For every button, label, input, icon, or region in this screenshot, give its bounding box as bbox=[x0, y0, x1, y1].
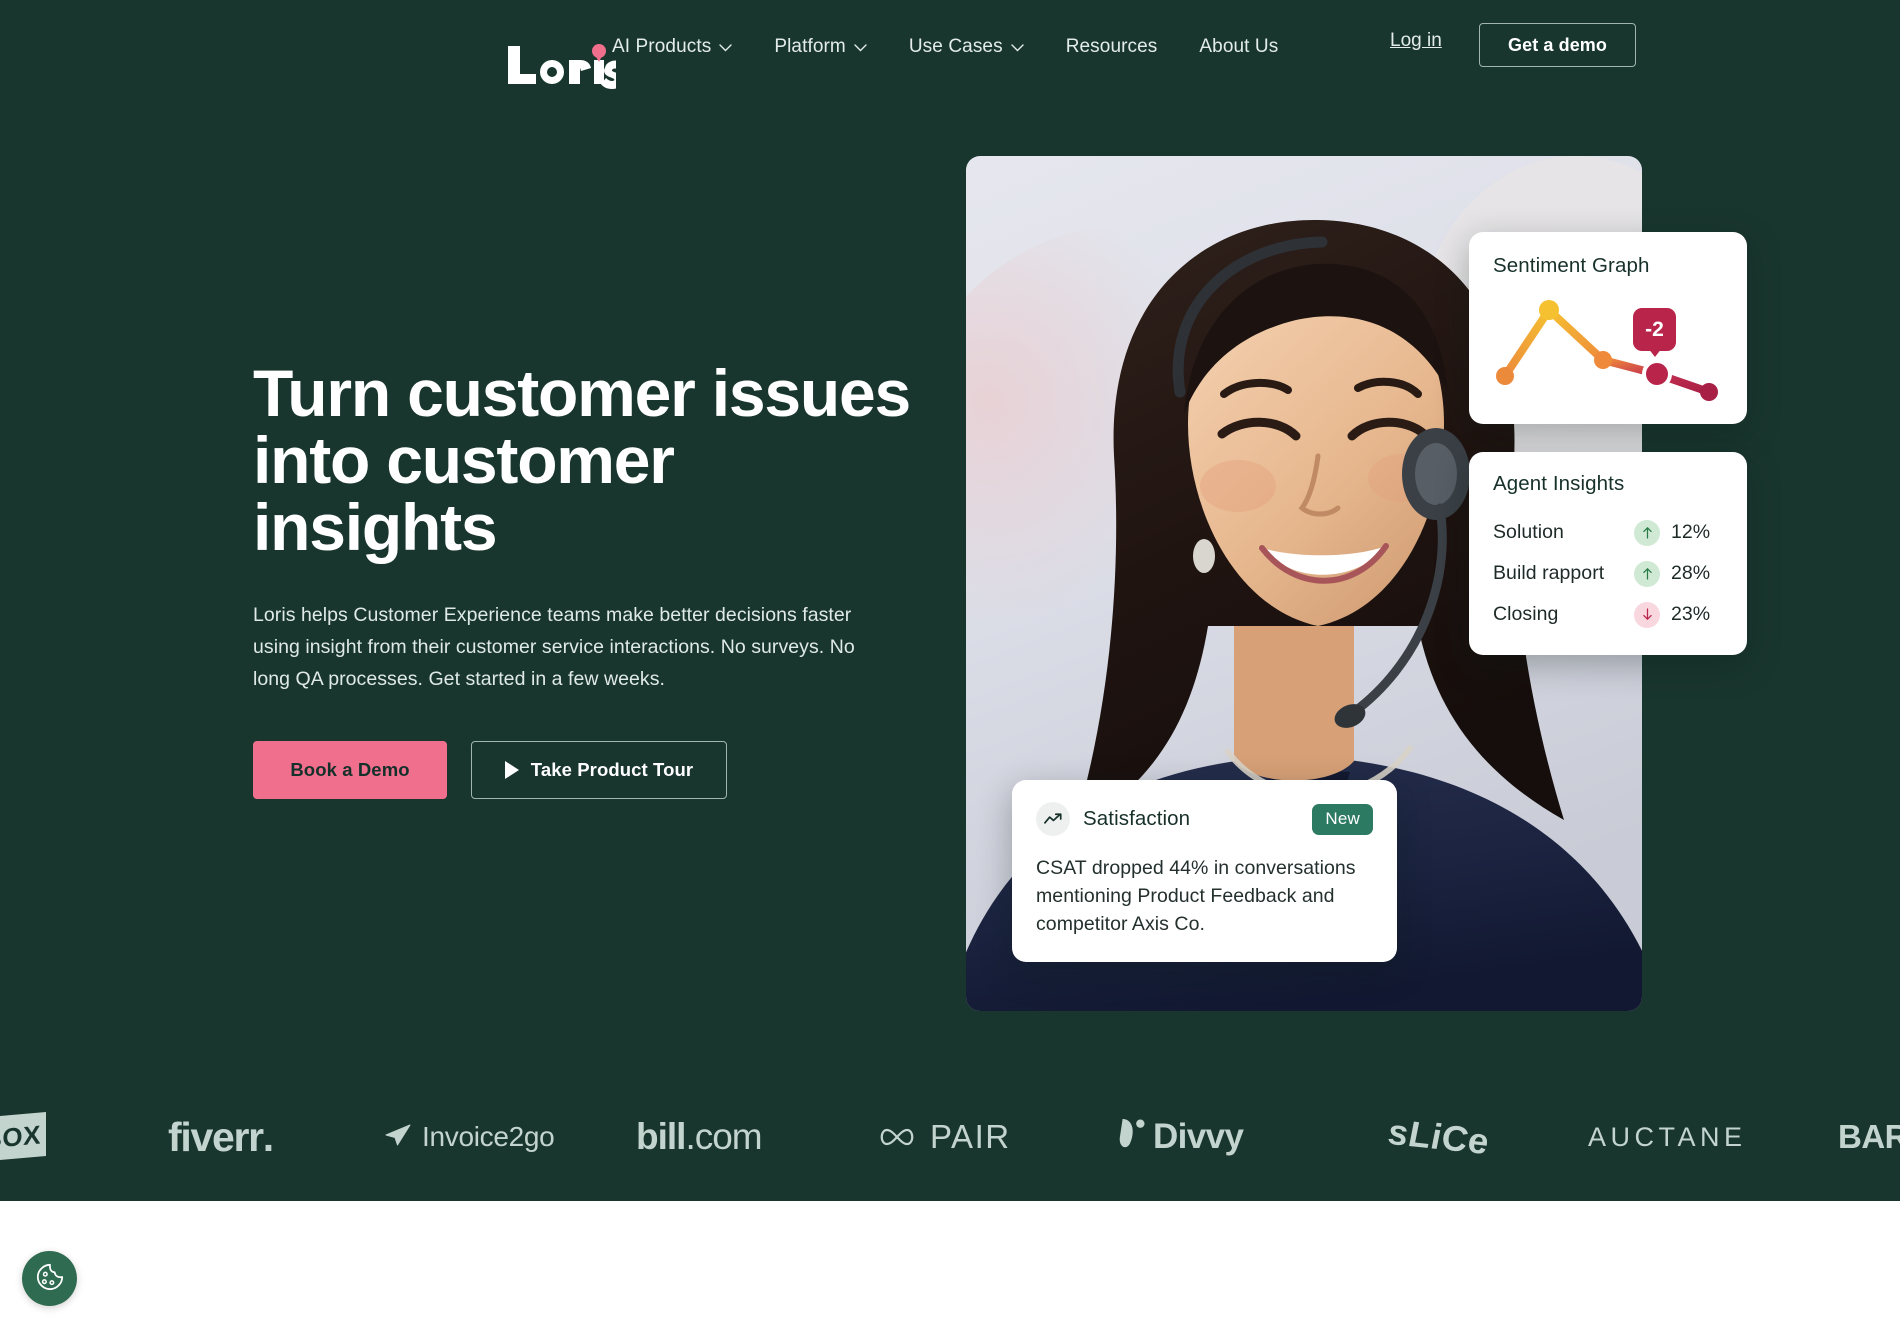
pair-logo-text: PAIR bbox=[930, 1118, 1011, 1155]
sentiment-tooltip: -2 bbox=[1633, 308, 1676, 357]
bark-logo: BARK bbox=[1838, 1078, 1900, 1196]
nav-item-about-us[interactable]: About Us bbox=[1199, 30, 1300, 64]
nav-item-ai-products[interactable]: AI Products bbox=[612, 30, 754, 64]
play-icon bbox=[504, 761, 519, 779]
paper-plane-icon bbox=[385, 1121, 411, 1153]
hero-copy: Turn customer issues into customer insig… bbox=[253, 360, 933, 799]
sentiment-sparkline-chart bbox=[1496, 300, 1718, 401]
bill-com-suffix-text: .com bbox=[685, 1116, 762, 1157]
sentiment-graph-card: Sentiment Graph -2 bbox=[1469, 232, 1747, 424]
agent-insight-label: Build rapport bbox=[1493, 562, 1605, 584]
agent-insight-value: 12% bbox=[1671, 521, 1711, 543]
take-product-tour-label: Take Product Tour bbox=[530, 759, 694, 780]
satisfaction-header: Satisfaction New bbox=[1036, 802, 1373, 836]
sentiment-tooltip-value: -2 bbox=[1645, 317, 1664, 341]
chevron-down-icon bbox=[1010, 44, 1024, 52]
loris-logo[interactable] bbox=[253, 20, 616, 89]
slice-logo: sLiCe bbox=[1388, 1073, 1489, 1201]
pair-logo: PAIR bbox=[877, 1078, 1011, 1196]
hero-section: AI Products Platform Use Cases Resources… bbox=[0, 0, 1900, 1201]
customer-logo-strip: BOX fiverr. Invoice2go bill .com PAIR Di… bbox=[0, 1078, 1900, 1196]
satisfaction-card: Satisfaction New CSAT dropped 44% in con… bbox=[1012, 780, 1397, 962]
agent-insight-row: Closing 23% bbox=[1493, 594, 1723, 635]
top-navigation: AI Products Platform Use Cases Resources… bbox=[0, 0, 1900, 95]
bill-logo-text: bill bbox=[636, 1116, 686, 1157]
bottom-band bbox=[0, 1201, 1900, 1321]
nav-label: Use Cases bbox=[908, 36, 1003, 57]
agent-insights-rows: Solution 12% Build rapport 28% Closing 2… bbox=[1493, 512, 1723, 635]
fiverr-logo-text: fiverr bbox=[168, 1113, 264, 1160]
agent-insight-value: 23% bbox=[1671, 603, 1711, 625]
nav-label: Resources bbox=[1065, 36, 1158, 57]
book-a-demo-button[interactable]: Book a Demo bbox=[253, 741, 447, 799]
tooltip-pointer-icon bbox=[1648, 348, 1662, 357]
bill-com-logo: bill .com bbox=[636, 1078, 763, 1196]
fiverr-logo: fiverr. bbox=[168, 1078, 274, 1196]
arrow-up-icon bbox=[1634, 519, 1660, 546]
agent-insight-value: 28% bbox=[1671, 562, 1711, 584]
satisfaction-body: CSAT dropped 44% in conversations mentio… bbox=[1036, 857, 1356, 935]
nav-item-use-cases[interactable]: Use Cases bbox=[909, 30, 1046, 64]
arrow-up-icon bbox=[1634, 560, 1660, 587]
nav-links: AI Products Platform Use Cases Resources… bbox=[612, 30, 1300, 64]
arrow-down-icon bbox=[1634, 601, 1660, 628]
boxed-logo-text: BOX bbox=[0, 1112, 46, 1162]
auctane-logo: AUCTANE bbox=[1588, 1078, 1747, 1196]
agent-insight-row: Solution 12% bbox=[1493, 512, 1723, 553]
chevron-down-icon bbox=[719, 44, 733, 52]
agent-insight-label: Closing bbox=[1493, 603, 1559, 625]
divvy-logo-text: Divvy bbox=[1153, 1117, 1244, 1156]
page-title: Turn customer issues into customer insig… bbox=[253, 356, 911, 564]
page-root: AI Products Platform Use Cases Resources… bbox=[0, 0, 1900, 1321]
cookie-icon bbox=[35, 1262, 65, 1295]
chevron-down-icon bbox=[854, 44, 867, 52]
nav-item-platform[interactable]: Platform bbox=[774, 30, 889, 64]
get-a-demo-button[interactable]: Get a demo bbox=[1479, 23, 1636, 67]
invoice2go-logo: Invoice2go bbox=[385, 1078, 555, 1196]
hero-actions: Book a Demo Take Product Tour bbox=[253, 741, 933, 799]
agent-insight-row: Build rapport 28% bbox=[1493, 553, 1723, 594]
sentiment-graph-title: Sentiment Graph bbox=[1493, 254, 1650, 277]
agent-insights-title: Agent Insights bbox=[1493, 472, 1625, 495]
boxed-logo: BOX bbox=[0, 1078, 46, 1196]
slice-logo-text: sLiCe bbox=[1388, 1110, 1489, 1163]
loris-dot-icon bbox=[592, 44, 606, 62]
invoice2go-logo-text: Invoice2go bbox=[422, 1121, 555, 1152]
nav-label: About Us bbox=[1199, 36, 1279, 57]
satisfaction-title: Satisfaction bbox=[1083, 807, 1191, 830]
trend-up-icon bbox=[1036, 802, 1070, 836]
login-link[interactable]: Log in bbox=[1390, 30, 1442, 52]
auctane-logo-text: AUCTANE bbox=[1588, 1121, 1747, 1152]
bark-logo-text: BARK bbox=[1838, 1118, 1900, 1155]
nav-item-resources[interactable]: Resources bbox=[1066, 30, 1180, 64]
hero-subtitle: Loris helps Customer Experience teams ma… bbox=[253, 604, 855, 690]
divvy-mark-icon bbox=[1117, 1115, 1145, 1160]
agent-insights-card: Agent Insights Solution 12% Build rappor… bbox=[1469, 452, 1747, 655]
fiverr-dot-icon: . bbox=[262, 1113, 274, 1160]
take-product-tour-button[interactable]: Take Product Tour bbox=[471, 741, 727, 799]
infinity-icon bbox=[877, 1118, 917, 1156]
status-badge: New bbox=[1312, 803, 1373, 835]
agent-insight-label: Solution bbox=[1493, 521, 1564, 543]
nav-label: Platform bbox=[774, 36, 846, 57]
cookie-settings-button[interactable] bbox=[22, 1251, 77, 1306]
nav-label: AI Products bbox=[612, 36, 712, 57]
divvy-logo: Divvy bbox=[1117, 1078, 1244, 1196]
